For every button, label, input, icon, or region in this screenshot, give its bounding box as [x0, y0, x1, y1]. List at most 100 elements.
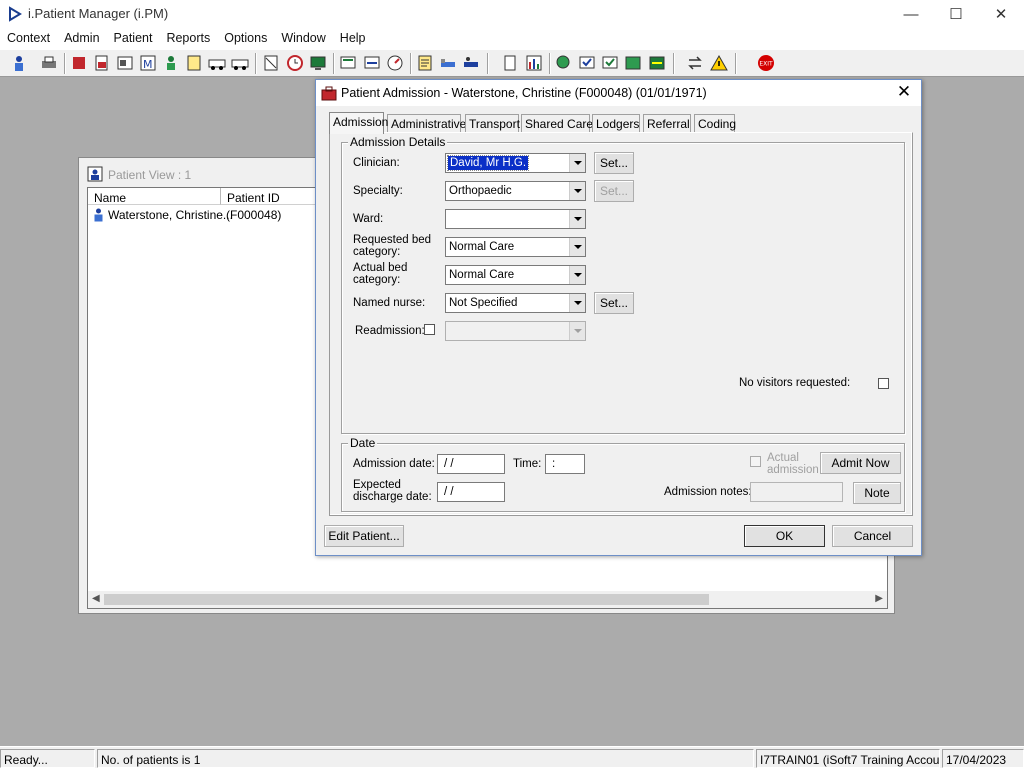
patient-search-icon[interactable] — [9, 53, 29, 73]
column-header-patient-id[interactable]: Patient ID — [221, 188, 316, 205]
transfer-multi-icon[interactable] — [647, 53, 667, 73]
specialty-set-button[interactable]: Set... — [594, 180, 634, 202]
menu-bar: Context Admin Patient Reports Options Wi… — [0, 28, 1024, 49]
requested-bed-label: Requested bed category: — [353, 234, 432, 258]
swap-arrows-icon[interactable] — [685, 53, 705, 73]
named-nurse-set-button[interactable]: Set... — [594, 292, 634, 314]
tab-referral[interactable]: Referral — [643, 114, 691, 133]
patient-admission-dialog[interactable]: Patient Admission - Waterstone, Christin… — [315, 79, 922, 556]
specialty-combo[interactable]: Orthopaedic — [445, 181, 586, 201]
maximize-button[interactable]: ☐ — [933, 0, 979, 28]
tab-shared-care[interactable]: Shared Care — [521, 114, 593, 133]
menu-window[interactable]: Window — [274, 28, 332, 49]
admission-date-input[interactable]: / / — [437, 454, 505, 474]
chevron-down-icon[interactable] — [569, 182, 585, 200]
horizontal-scrollbar[interactable]: ◀ ▶ — [88, 591, 887, 608]
tab-transport[interactable]: Transport — [465, 114, 520, 133]
requested-bed-value: Normal Care — [449, 241, 515, 253]
close-button[interactable]: ✕ — [978, 0, 1024, 28]
chevron-down-icon[interactable] — [569, 154, 585, 172]
chevron-down-icon[interactable] — [569, 210, 585, 228]
readmission-combo[interactable] — [445, 321, 586, 341]
checklist-down-icon[interactable] — [600, 53, 620, 73]
chevron-down-icon[interactable] — [569, 322, 585, 340]
globe-search-icon[interactable] — [554, 53, 574, 73]
bar-chart-icon[interactable] — [524, 53, 544, 73]
ambulance-icon[interactable] — [207, 53, 227, 73]
notes-icon[interactable] — [415, 53, 435, 73]
letter-m-icon[interactable]: M — [138, 53, 158, 73]
tab-coding[interactable]: Coding — [694, 114, 736, 133]
named-nurse-label: Named nurse: — [353, 297, 426, 309]
document-red-icon[interactable] — [92, 53, 112, 73]
named-nurse-value: Not Specified — [449, 297, 518, 309]
menu-admin[interactable]: Admin — [57, 28, 106, 49]
menu-reports[interactable]: Reports — [159, 28, 217, 49]
warning-icon[interactable] — [709, 53, 729, 73]
menu-context[interactable]: Context — [0, 28, 57, 49]
readmission-checkbox[interactable] — [424, 324, 435, 335]
chevron-down-icon[interactable] — [569, 294, 585, 312]
app-title: i.Patient Manager (i.PM) — [28, 6, 169, 21]
ward-combo[interactable] — [445, 209, 586, 229]
actual-admission-checkbox[interactable] — [750, 456, 761, 467]
cancel-button[interactable]: Cancel — [832, 525, 913, 547]
edit-patient-button[interactable]: Edit Patient... — [324, 525, 404, 547]
tab-admission[interactable]: Admission — [329, 112, 388, 134]
clinician-label: Clinician: — [353, 157, 400, 169]
cancel-document-icon[interactable] — [261, 53, 281, 73]
chevron-down-icon[interactable] — [569, 238, 585, 256]
svg-text:M: M — [143, 58, 153, 71]
column-header-name[interactable]: Name — [88, 188, 221, 205]
dialog-close-button[interactable]: ✕ — [893, 82, 915, 102]
clinician-set-button[interactable]: Set... — [594, 152, 634, 174]
no-visitors-checkbox[interactable] — [878, 378, 889, 389]
monitor-icon[interactable] — [308, 53, 328, 73]
tab-lodgers[interactable]: Lodgers — [592, 114, 640, 133]
clinician-combo[interactable]: David, Mr H.G. — [445, 153, 586, 173]
time-label: Time: — [513, 458, 542, 470]
gauge-icon[interactable] — [385, 53, 405, 73]
requested-bed-combo[interactable]: Normal Care — [445, 237, 586, 257]
book-red-icon[interactable] — [69, 53, 89, 73]
status-bar: Ready... No. of patients is 1 I7TRAIN01 … — [0, 746, 1024, 768]
patient-view-title: Patient View : 1 — [108, 168, 192, 182]
expected-discharge-input[interactable]: / / — [437, 482, 505, 502]
screen-list-icon[interactable] — [338, 53, 358, 73]
scroll-right-icon[interactable]: ▶ — [875, 593, 883, 604]
time-input[interactable]: : — [545, 454, 585, 474]
dialog-title-bar[interactable]: Patient Admission - Waterstone, Christin… — [316, 80, 921, 106]
patient-view-icon — [87, 166, 103, 182]
tab-administrative[interactable]: Administrative — [387, 114, 466, 133]
screen-edit-icon[interactable] — [362, 53, 382, 73]
checklist-icon[interactable] — [577, 53, 597, 73]
exit-icon[interactable]: EXIT — [756, 53, 776, 73]
chevron-down-icon[interactable] — [569, 266, 585, 284]
admission-notes-input[interactable] — [750, 482, 843, 502]
menu-help[interactable]: Help — [333, 28, 373, 49]
scroll-left-icon[interactable]: ◀ — [92, 593, 100, 604]
ok-button[interactable]: OK — [744, 525, 825, 547]
bed-icon[interactable] — [438, 53, 458, 73]
scroll-thumb[interactable] — [104, 594, 709, 605]
notepad-icon[interactable] — [184, 53, 204, 73]
note-button[interactable]: Note — [853, 482, 901, 504]
transfer-green-icon[interactable] — [623, 53, 643, 73]
menu-patient[interactable]: Patient — [107, 28, 160, 49]
ward-bed-icon[interactable] — [461, 53, 481, 73]
minimize-button[interactable]: — — [888, 0, 934, 28]
named-nurse-combo[interactable]: Not Specified — [445, 293, 586, 313]
admit-now-button[interactable]: Admit Now — [820, 452, 901, 474]
menu-options[interactable]: Options — [217, 28, 274, 49]
exit-label: EXIT — [759, 61, 773, 68]
status-account: I7TRAIN01 (iSoft7 Training Account) — [756, 749, 940, 768]
admin-window-icon[interactable] — [115, 53, 135, 73]
clock-icon[interactable] — [285, 53, 305, 73]
blank-document-icon[interactable] — [500, 53, 520, 73]
ambulance-out-icon[interactable] — [230, 53, 250, 73]
actual-bed-combo[interactable]: Normal Care — [445, 265, 586, 285]
dialog-title: Patient Admission - Waterstone, Christin… — [341, 86, 707, 100]
person-green-icon[interactable] — [161, 53, 181, 73]
printer-icon[interactable] — [39, 53, 59, 73]
status-patient-count: No. of patients is 1 — [97, 749, 754, 768]
